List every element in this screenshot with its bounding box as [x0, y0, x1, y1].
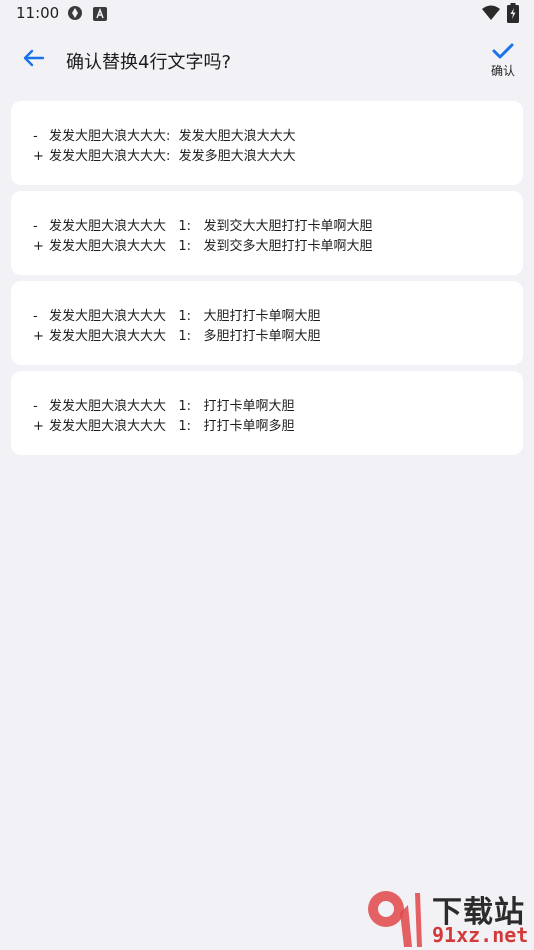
status-time: 11:00 [16, 4, 60, 22]
added-line: + 发发大胆大浪大大大 1: 多胆打打卡单啊大胆 [33, 325, 320, 344]
back-button[interactable] [18, 46, 50, 74]
removed-line: - 发发大胆大浪大大大 1: 打打卡单啊大胆 [33, 395, 294, 414]
confirm-label: 确认 [490, 64, 515, 78]
added-sign: + [33, 239, 44, 254]
change-card: - 发发大胆大浪大大大 1: 打打卡单啊大胆 + 发发大胆大浪大大大 1: 打打卡单… [11, 371, 523, 455]
removed-sign: - [33, 309, 38, 324]
added-sign: + [33, 149, 44, 164]
removed-text: 发发大胆大浪大大大 1: 发到交大大胆打打卡单啊大胆 [49, 219, 373, 234]
added-text: 发发大胆大浪大大大 1: 多胆打打卡单啊大胆 [49, 329, 321, 344]
check-icon [482, 42, 524, 60]
removed-text: 发发大胆大浪大大大 1: 大胆打打卡单啊大胆 [49, 309, 321, 324]
wifi-icon [482, 5, 500, 21]
removed-line: - 发发大胆大浪大大大: 发发大胆大浪大大大 [33, 125, 296, 144]
removed-sign: - [33, 399, 38, 414]
change-list: - 发发大胆大浪大大大: 发发大胆大浪大大大 + 发发大胆大浪大大大: 发发多胆大浪… [11, 101, 523, 461]
confirm-button[interactable]: 确认 [482, 40, 524, 88]
added-line: + 发发大胆大浪大大大 1: 发到交多大胆打打卡单啊大胆 [33, 235, 372, 254]
change-card: - 发发大胆大浪大大大 1: 发到交大大胆打打卡单啊大胆 + 发发大胆大浪大大大 1… [11, 191, 523, 275]
watermark: 下载站 91xz.net [360, 885, 534, 950]
removed-text: 发发大胆大浪大大大 1: 打打卡单啊大胆 [49, 399, 295, 414]
keyboard-a-icon [93, 6, 107, 21]
added-sign: + [33, 419, 44, 434]
battery-charging-icon [507, 3, 519, 23]
removed-text: 发发大胆大浪大大大: 发发大胆大浪大大大 [49, 129, 296, 144]
change-card: - 发发大胆大浪大大大 1: 大胆打打卡单啊大胆 + 发发大胆大浪大大大 1: 多胆… [11, 281, 523, 365]
change-card: - 发发大胆大浪大大大: 发发大胆大浪大大大 + 发发大胆大浪大大大: 发发多胆大浪… [11, 101, 523, 185]
removed-line: - 发发大胆大浪大大大 1: 发到交大大胆打打卡单啊大胆 [33, 215, 372, 234]
app-bar: 确认替换4行文字吗? 确认 [0, 26, 534, 92]
status-bar: 11:00 [0, 0, 534, 26]
removed-sign: - [33, 129, 38, 144]
added-text: 发发大胆大浪大大大: 发发多胆大浪大大大 [49, 149, 296, 164]
watermark-domain: 91xz.net [432, 923, 529, 947]
removed-line: - 发发大胆大浪大大大 1: 大胆打打卡单啊大胆 [33, 305, 320, 324]
added-text: 发发大胆大浪大大大 1: 打打卡单啊多胆 [49, 419, 295, 434]
added-line: + 发发大胆大浪大大大: 发发多胆大浪大大大 [33, 145, 296, 164]
arrow-left-icon [23, 49, 45, 71]
removed-sign: - [33, 219, 38, 234]
page-title: 确认替换4行文字吗? [66, 52, 232, 73]
added-text: 发发大胆大浪大大大 1: 发到交多大胆打打卡单啊大胆 [49, 239, 373, 254]
sync-icon [67, 5, 83, 21]
added-line: + 发发大胆大浪大大大 1: 打打卡单啊多胆 [33, 415, 294, 434]
added-sign: + [33, 329, 44, 344]
